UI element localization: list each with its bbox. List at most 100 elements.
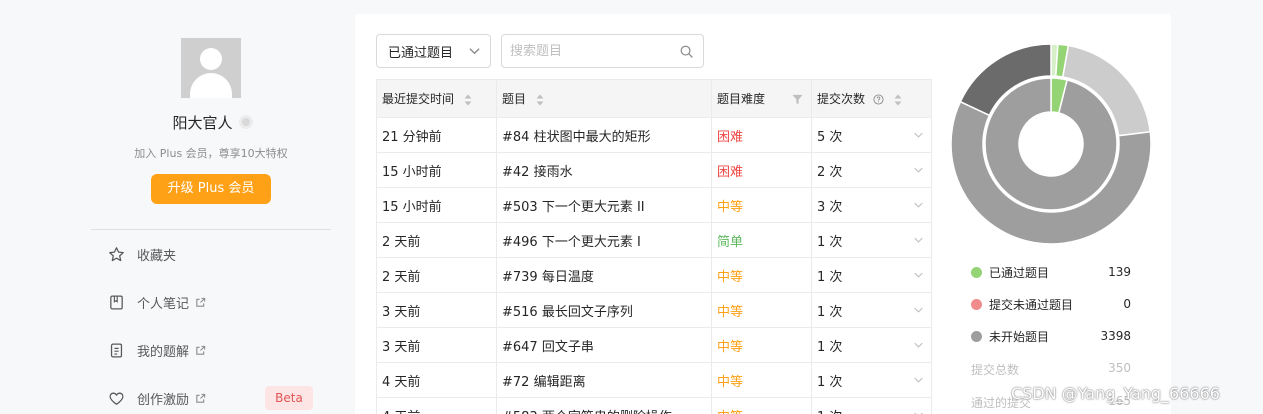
table-row[interactable]: 4 天前#583 两个字符串的删除操作中等 1 次 [376, 397, 932, 414]
book-icon [110, 294, 123, 310]
menu-item-incentive[interactable]: 创作激励 [108, 386, 218, 410]
cell-count[interactable]: 1 次 [811, 327, 932, 363]
cell-time: 2 天前 [376, 257, 497, 293]
cell-count[interactable]: 3 次 [811, 187, 932, 223]
avatar-body [190, 73, 232, 98]
expand-chevron-icon[interactable] [914, 272, 923, 278]
cell-time: 15 小时前 [376, 187, 497, 223]
legend-value: 3398 [1100, 329, 1131, 343]
cell-title[interactable]: #503 下一个更大元素 II [496, 187, 712, 223]
expand-chevron-icon[interactable] [914, 202, 923, 208]
sort-icon[interactable] [536, 94, 544, 106]
menu-item-label: 收藏夹 [137, 248, 177, 264]
cell-title[interactable]: #42 接雨水 [496, 152, 712, 188]
plus-tip: 加入 Plus 会员，尊享10大特权 [134, 147, 288, 160]
column-header-difficulty[interactable]: 题目难度 [711, 79, 812, 118]
table-row[interactable]: 15 小时前 #42 接雨水 困难 2 次 [376, 152, 932, 188]
column-header-label: 最近提交时间 [382, 92, 455, 106]
column-header-count[interactable]: 提交次数 [811, 79, 932, 118]
count-label: 5 次 [817, 129, 843, 145]
donut-hole [1019, 112, 1083, 176]
cell-count[interactable]: 1 次 [811, 397, 932, 414]
table-row[interactable]: 3 天前 #516 最长回文子序列 中等 1 次 [376, 292, 932, 328]
menu-item-notes[interactable]: 个人笔记 [108, 290, 218, 314]
count-label: 1 次 [817, 269, 843, 285]
sort-icon[interactable] [894, 94, 902, 106]
heart-icon [109, 392, 124, 405]
expand-chevron-icon[interactable] [914, 237, 923, 243]
external-link-icon [196, 393, 206, 403]
legend-label: 未开始题目 [989, 329, 1050, 344]
cell-title[interactable]: #496 下一个更大元素 I [496, 222, 712, 258]
cell-count[interactable]: 1 次 [811, 292, 932, 328]
cell-title[interactable]: #516 最长回文子序列 [496, 292, 712, 328]
cell-time: 15 小时前 [376, 152, 497, 188]
table-row[interactable]: 21 分钟前 #84 柱状图中最大的矩形 困难 5 次 [376, 117, 932, 153]
cell-count[interactable]: 1 次 [811, 257, 932, 293]
cell-difficulty: 中等 [711, 187, 812, 223]
cell-title[interactable]: #739 每日温度 [496, 257, 712, 293]
column-header-label: 提交次数 [817, 92, 866, 106]
expand-chevron-icon[interactable] [914, 342, 923, 348]
expand-chevron-icon[interactable] [914, 377, 923, 383]
cell-difficulty: 中等 [711, 257, 812, 293]
search-icon[interactable] [679, 44, 694, 59]
cell-count[interactable]: 2 次 [811, 152, 932, 188]
external-link-icon [196, 297, 206, 307]
cell-time: 2 天前 [376, 222, 497, 258]
help-icon[interactable] [873, 94, 884, 105]
legend-label: 提交未通过题目 [989, 297, 1074, 312]
stat-total-submissions-value: 350 [1108, 361, 1131, 375]
search-box[interactable] [501, 34, 704, 68]
table-row[interactable]: 4 天前 #72 编辑距离 中等 1 次 [376, 362, 932, 398]
cell-time: 4 天前 [376, 362, 497, 398]
sort-icon[interactable] [464, 94, 472, 106]
menu-item-solutions[interactable]: 我的题解 [108, 338, 218, 362]
search-input[interactable] [510, 41, 670, 61]
cell-difficulty: 困难 [711, 152, 812, 188]
cell-difficulty: 中等 [711, 292, 812, 328]
table-row[interactable]: 15 小时前 #503 下一个更大元素 II 中等 3 次 [376, 187, 932, 223]
table-row[interactable]: 2 天前 #496 下一个更大元素 I 简单 1 次 [376, 222, 932, 258]
avatar[interactable] [181, 38, 241, 98]
expand-chevron-icon[interactable] [914, 167, 923, 173]
cell-count[interactable]: 1 次 [811, 362, 932, 398]
count-label: 1 次 [817, 339, 843, 355]
table-header-row: 最近提交时间 题目 题目难度 提交次数 [376, 79, 932, 118]
divider [91, 229, 331, 230]
filter-icon[interactable] [792, 94, 803, 105]
cell-title[interactable]: #583 两个字符串的删除操作 [496, 397, 712, 414]
cell-difficulty: 中等 [711, 327, 812, 363]
cell-time: 4 天前 [376, 397, 497, 414]
upgrade-plus-button[interactable]: 升级 Plus 会员 [151, 174, 271, 204]
level-badge-icon [239, 115, 253, 129]
count-label: 1 次 [817, 304, 843, 320]
document-icon [110, 342, 123, 358]
expand-chevron-icon[interactable] [914, 132, 923, 138]
status-filter-select[interactable]: 已通过题目 [376, 34, 491, 68]
chevron-down-icon [469, 48, 480, 55]
legend-dot [971, 330, 982, 342]
legend-value: 139 [1108, 265, 1131, 279]
menu-item-favorites[interactable]: 收藏夹 [108, 242, 176, 266]
column-header-time[interactable]: 最近提交时间 [376, 79, 497, 118]
cell-title[interactable]: #647 回文子串 [496, 327, 712, 363]
submissions-table: 最近提交时间 题目 题目难度 提交次数 21 分钟前 #84 柱状图中最大的矩形困… [376, 79, 932, 414]
cell-time: 3 天前 [376, 327, 497, 363]
status-filter-value: 已通过题目 [388, 45, 454, 61]
external-link-icon [196, 345, 206, 355]
table-row[interactable]: 3 天前 #647 回文子串 中等 1 次 [376, 327, 932, 363]
column-header-label: 题目难度 [717, 92, 766, 106]
table-row[interactable]: 2 天前 #739 每日温度 中等 1 次 [376, 257, 932, 293]
expand-chevron-icon[interactable] [914, 307, 923, 313]
legend-item-not-started: 未开始题目 [971, 326, 1049, 346]
cell-title[interactable]: #72 编辑距离 [496, 362, 712, 398]
column-header-title[interactable]: 题目 [496, 79, 712, 118]
menu-item-label: 个人笔记 [137, 296, 190, 312]
cell-count[interactable]: 5 次 [811, 117, 932, 153]
count-label: 1 次 [817, 374, 843, 390]
cell-title[interactable]: #84 柱状图中最大的矩形 [496, 117, 712, 153]
legend-dot [971, 266, 982, 278]
stat-total-submissions-label: 提交总数 [971, 363, 1020, 377]
cell-count[interactable]: 1 次 [811, 222, 932, 258]
